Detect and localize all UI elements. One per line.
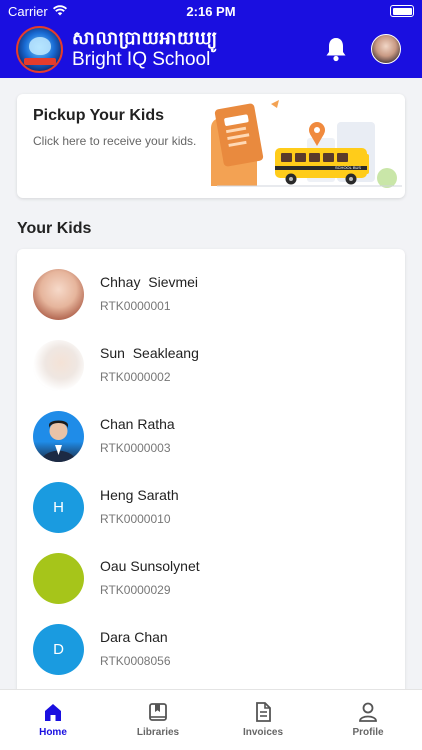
profile-icon xyxy=(359,702,377,722)
bus-sign: SCHOOL BUS xyxy=(335,165,361,170)
nav-label: Home xyxy=(39,727,67,738)
user-avatar[interactable] xyxy=(371,34,401,64)
nav-invoices[interactable]: Invoices xyxy=(223,690,303,750)
kid-item[interactable]: Chhay Sievmei RTK0000001 xyxy=(17,269,405,337)
kid-id: RTK0000003 xyxy=(100,441,171,455)
kid-id: RTK0000029 xyxy=(100,583,171,597)
library-icon xyxy=(149,703,167,721)
kid-initial: H xyxy=(53,499,64,516)
battery-icon xyxy=(390,5,414,17)
status-time: 2:16 PM xyxy=(186,4,236,19)
kid-item[interactable]: Sun Seakleang RTK0000002 xyxy=(17,340,405,408)
pickup-card[interactable]: Pickup Your Kids Click here to receive y… xyxy=(17,94,405,198)
kid-avatar xyxy=(33,340,84,391)
school-name: Bright IQ School xyxy=(72,49,211,70)
kid-item[interactable]: Chan Ratha RTK0000003 xyxy=(17,411,405,479)
kid-name: Dara Chan xyxy=(100,629,168,645)
kid-name: Sun Seakleang xyxy=(100,345,199,361)
invoice-icon xyxy=(256,702,271,722)
nav-profile[interactable]: Profile xyxy=(328,690,408,750)
kid-name: Heng Sarath xyxy=(100,487,179,503)
kid-name: Chan Ratha xyxy=(100,416,175,432)
nav-label: Invoices xyxy=(242,727,284,738)
kid-avatar: D xyxy=(33,624,84,675)
kid-avatar xyxy=(33,553,84,604)
kid-name: Chhay Sievmei xyxy=(100,274,199,290)
kid-item[interactable]: D Dara Chan RTK0008056 xyxy=(17,624,405,692)
kid-avatar xyxy=(33,269,84,320)
kid-item[interactable]: H Heng Sarath RTK0000010 xyxy=(17,482,405,550)
kid-id: RTK0008056 xyxy=(100,654,171,668)
pickup-title: Pickup Your Kids xyxy=(33,107,164,124)
kid-name: Oau Sunsolynet xyxy=(100,558,200,574)
app-header: Carrier 2:16 PM សាលាប្រាយអាយឃ្យូ Bright … xyxy=(0,0,422,78)
school-bus-illustration: SCHOOL BUS xyxy=(211,100,402,188)
nav-home[interactable]: Home xyxy=(13,690,93,750)
school-logo-icon xyxy=(16,26,63,73)
kid-avatar xyxy=(33,411,84,462)
status-bar: Carrier 2:16 PM xyxy=(0,0,422,22)
nav-label: Profile xyxy=(352,727,384,738)
kid-item[interactable]: Oau Sunsolynet RTK0000029 xyxy=(17,553,405,621)
kid-avatar: H xyxy=(33,482,84,533)
home-icon xyxy=(45,704,61,721)
your-kids-title: Your Kids xyxy=(17,220,92,237)
kid-id: RTK0000002 xyxy=(100,370,171,384)
kids-list: Chhay Sievmei RTK0000001 Sun Seakleang R… xyxy=(17,249,405,709)
nav-libraries[interactable]: Libraries xyxy=(118,690,198,750)
kid-id: RTK0000001 xyxy=(100,299,171,313)
bottom-nav: Home Libraries Invoices Profile xyxy=(0,689,422,750)
kid-initial: D xyxy=(53,641,64,658)
pickup-subtitle: Click here to receive your kids. xyxy=(33,134,197,148)
nav-label: Libraries xyxy=(136,727,180,738)
kid-id: RTK0000010 xyxy=(100,512,171,526)
bell-icon[interactable] xyxy=(324,36,348,62)
